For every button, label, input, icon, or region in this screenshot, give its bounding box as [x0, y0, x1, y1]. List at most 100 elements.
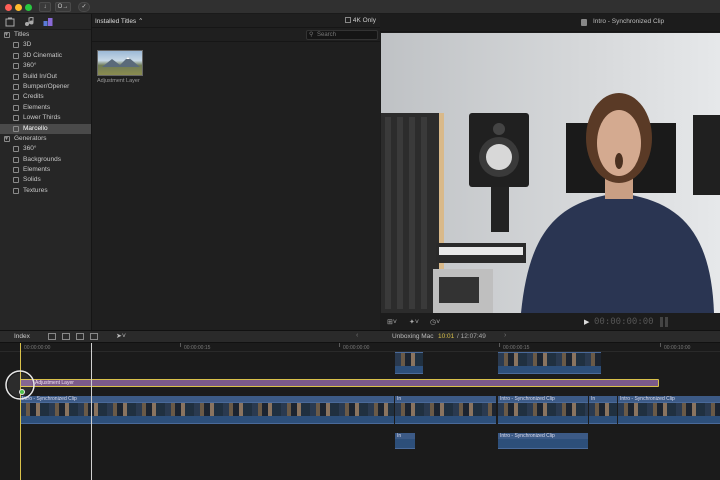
photos-and-audio-icon[interactable] — [5, 17, 15, 27]
connected-clip[interactable] — [395, 352, 423, 366]
sidebar-item-elements[interactable]: Elements — [0, 165, 91, 175]
titles-generators-icon[interactable] — [43, 17, 53, 27]
minimize-window-button[interactable] — [15, 4, 22, 11]
checkbox-box — [344, 17, 351, 23]
sidebar-item-solids[interactable]: Solids — [0, 175, 91, 185]
sidebar-item-marcello[interactable]: Marcello — [0, 123, 91, 134]
ruler-mark — [339, 343, 340, 347]
sidebar-item-label: Titles — [14, 31, 30, 38]
play-icon[interactable]: ▶ — [584, 318, 589, 326]
project-name: Unboxing Mac — [392, 333, 434, 340]
ruler-tick: 00:00:00:15 — [503, 345, 530, 351]
ruler-tick: 00:00:10:00 — [664, 345, 691, 351]
installed-titles-dropdown[interactable]: Installed Titles ⌃ — [95, 17, 143, 25]
sidebar-item-360[interactable]: 360° — [0, 61, 91, 71]
zoom-window-button[interactable] — [25, 4, 32, 11]
viewer-panel: Intro - Synchronized Clip ⊞˅ ✦˅ ◷˅ ▶ 00:… — [380, 14, 720, 330]
sidebar-item-label: Lower Thirds — [23, 114, 61, 122]
sidebar-item-lower-thirds[interactable]: Lower Thirds — [0, 113, 91, 123]
playhead[interactable] — [91, 343, 92, 480]
audio-clip[interactable] — [395, 439, 415, 449]
sidebar-item-3d-cinematic[interactable]: 3D Cinematic — [0, 51, 91, 61]
sidebar-item-textures[interactable]: Textures — [0, 186, 91, 196]
timeline[interactable]: 00:00:00:00 00:00:00:15 00:00:00:00 00:0… — [0, 343, 720, 480]
timeline-ruler[interactable]: 00:00:00:00 00:00:00:15 00:00:00:00 00:0… — [0, 343, 720, 352]
sidebar-item-label: 360° — [23, 62, 37, 70]
sidebar-item-3d[interactable]: 3D — [0, 40, 91, 50]
adjustment-layer-label: Adjustment Layer — [97, 78, 140, 84]
category-tree: ▼ Titles 3D 3D Cinematic 360° Build In/Out Bum… — [0, 30, 91, 196]
cursor-highlight-icon — [5, 370, 35, 400]
clip-icon — [581, 19, 587, 26]
insert-clip-icon[interactable] — [62, 333, 70, 340]
storyline-clip[interactable] — [498, 402, 588, 416]
transform-menu-icon[interactable]: ✦˅ — [409, 318, 419, 326]
sidebar-item-label: Backgrounds — [23, 155, 61, 163]
category-icon — [13, 177, 19, 184]
ruler-mark — [499, 343, 500, 347]
adjustment-layer-clip-label: Adjustment Layer — [35, 380, 74, 386]
keyword-button[interactable]: O→ — [55, 2, 71, 12]
viewer-controls: ⊞˅ ✦˅ ◷˅ ▶ 00:00:00:00 — [380, 314, 720, 330]
category-icon — [13, 146, 19, 153]
sidebar-item-label: Textures — [23, 186, 48, 194]
viewer-header: Intro - Synchronized Clip — [380, 14, 720, 32]
adjustment-layer-clip[interactable]: Adjustment Layer — [20, 379, 659, 387]
storyline-clip[interactable] — [20, 402, 394, 416]
connect-clip-icon[interactable] — [48, 333, 56, 340]
storyline-clip-audio — [20, 416, 394, 424]
sidebar-item-label: Elements — [23, 103, 51, 111]
sidebar-item-credits[interactable]: Credits — [0, 92, 91, 102]
browser-header: Installed Titles ⌃ 4K Only — [92, 14, 380, 28]
crop-menu-icon[interactable]: ⊞˅ — [387, 318, 397, 326]
category-icon — [13, 115, 19, 122]
sidebar-item-360[interactable]: 360° — [0, 144, 91, 154]
overwrite-clip-icon[interactable] — [90, 333, 98, 340]
search-placeholder: Search — [317, 32, 337, 38]
checkmark-icon: ✓ — [81, 4, 87, 10]
background-tasks-button[interactable]: ✓ — [78, 2, 90, 12]
sidebar-item-generators[interactable]: ▼ Generators — [0, 134, 91, 144]
storyline-clip[interactable] — [618, 402, 720, 416]
storyline-clip[interactable] — [395, 402, 496, 416]
enable-clip-dot-icon[interactable] — [19, 389, 25, 395]
viewer-timecode: 00:00:00:00 — [594, 317, 654, 327]
close-window-button[interactable] — [5, 4, 12, 11]
4k-only-checkbox[interactable]: 4K Only — [344, 17, 376, 24]
ruler-tick: 00:00:00:00 — [343, 345, 370, 351]
sidebar-item-label: Generators — [14, 134, 47, 142]
category-icon — [13, 83, 19, 90]
sidebar-item-build-in-out[interactable]: Build In/Out — [0, 72, 91, 82]
category-icon — [13, 52, 19, 59]
forward-arrow-icon[interactable]: › — [504, 332, 506, 339]
folder-icon — [4, 135, 10, 142]
search-input[interactable]: ⚲ Search — [306, 30, 378, 40]
ruler-mark — [180, 343, 181, 347]
ruler-mark — [660, 343, 661, 347]
titles-generators-sidebar: ▼ Titles 3D 3D Cinematic 360° Build In/Out Bum… — [0, 14, 92, 330]
download-icon: ↓ — [43, 4, 47, 10]
back-arrow-icon[interactable]: ‹ — [356, 332, 358, 339]
sidebar-item-bumper-opener[interactable]: Bumper/Opener — [0, 82, 91, 92]
select-tool-icon[interactable]: ➤˅ — [116, 332, 126, 340]
sidebar-item-backgrounds[interactable]: Backgrounds — [0, 155, 91, 165]
speed-menu-icon[interactable]: ◷˅ — [430, 318, 440, 326]
sidebar-item-label: 3D — [23, 41, 32, 49]
append-clip-icon[interactable] — [76, 333, 84, 340]
audio-clip[interactable] — [498, 439, 588, 449]
category-icon — [13, 125, 19, 132]
audio-meters-icon[interactable] — [660, 317, 668, 327]
category-icon — [13, 73, 19, 80]
connected-clip[interactable] — [498, 352, 601, 366]
import-button[interactable]: ↓ — [39, 2, 51, 12]
sidebar-item-elements[interactable]: Elements — [0, 103, 91, 113]
category-icon — [13, 42, 19, 49]
music-icon[interactable] — [24, 17, 34, 27]
sidebar-toolbar — [0, 14, 91, 30]
adjustment-layer-thumbnail[interactable] — [97, 50, 143, 76]
search-row: ⚲ Search — [92, 28, 380, 42]
sidebar-item-titles[interactable]: ▼ Titles — [0, 30, 91, 40]
storyline-clip[interactable] — [589, 402, 617, 416]
index-button[interactable]: Index — [14, 333, 30, 340]
storyline-clip-audio — [589, 416, 617, 424]
